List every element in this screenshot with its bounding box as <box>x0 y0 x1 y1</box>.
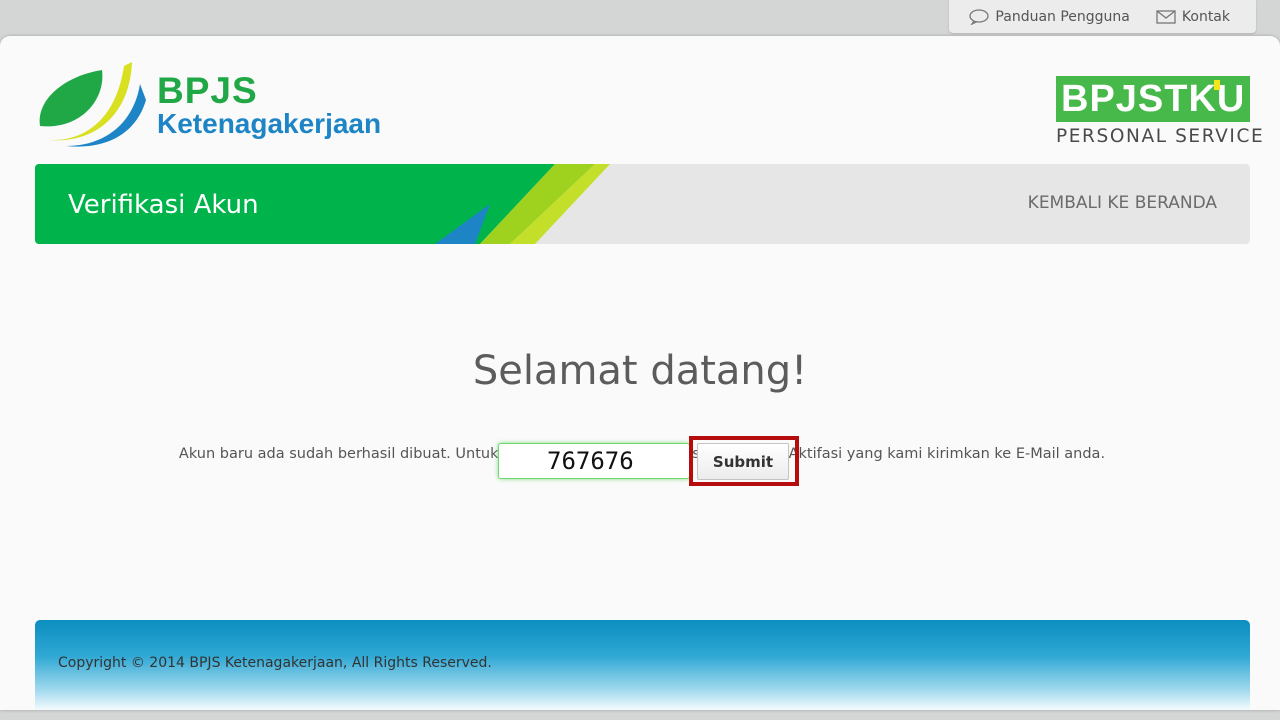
footer: Copyright © 2014 BPJS Ketenagakerjaan, A… <box>35 620 1250 710</box>
bpjs-ketenagakerjaan-logo: BPJS Ketenagakerjaan <box>36 60 416 150</box>
logo-accent-mark <box>1214 80 1220 90</box>
user-guide-link[interactable]: Panduan Pengguna <box>969 8 1130 25</box>
submit-button[interactable]: Submit <box>697 443 789 480</box>
welcome-heading: Selamat datang! <box>472 348 808 394</box>
activation-code-input[interactable] <box>498 443 690 479</box>
copyright-text: Copyright © 2014 BPJS Ketenagakerjaan, A… <box>58 655 492 671</box>
speech-bubble-icon <box>969 8 990 25</box>
contact-label: Kontak <box>1181 8 1230 25</box>
personal-service-label: PERSONAL SERVICE <box>1056 126 1265 147</box>
envelope-icon <box>1156 9 1176 24</box>
contact-link[interactable]: Kontak <box>1156 9 1230 25</box>
bpjs-leaf-icon <box>39 62 146 147</box>
bpjstku-wordmark: BPJSTKU <box>1056 76 1250 122</box>
brand-subtitle: Ketenagakerjaan <box>157 108 382 139</box>
page-header-bar: Verifikasi Akun KEMBALI KE BERANDA <box>35 164 1250 244</box>
user-guide-label: Panduan Pengguna <box>995 8 1130 25</box>
back-to-home-link[interactable]: KEMBALI KE BERANDA <box>1028 193 1217 213</box>
top-links: Panduan Pengguna Kontak <box>949 0 1256 33</box>
main-panel: BPJS Ketenagakerjaan BPJSTKU PERSONAL SE… <box>0 36 1280 710</box>
bpjstku-logo: BPJSTKU PERSONAL SERVICE <box>1056 76 1263 147</box>
brand-name: BPJS <box>157 70 258 111</box>
page-title: Verifikasi Akun <box>68 190 259 220</box>
